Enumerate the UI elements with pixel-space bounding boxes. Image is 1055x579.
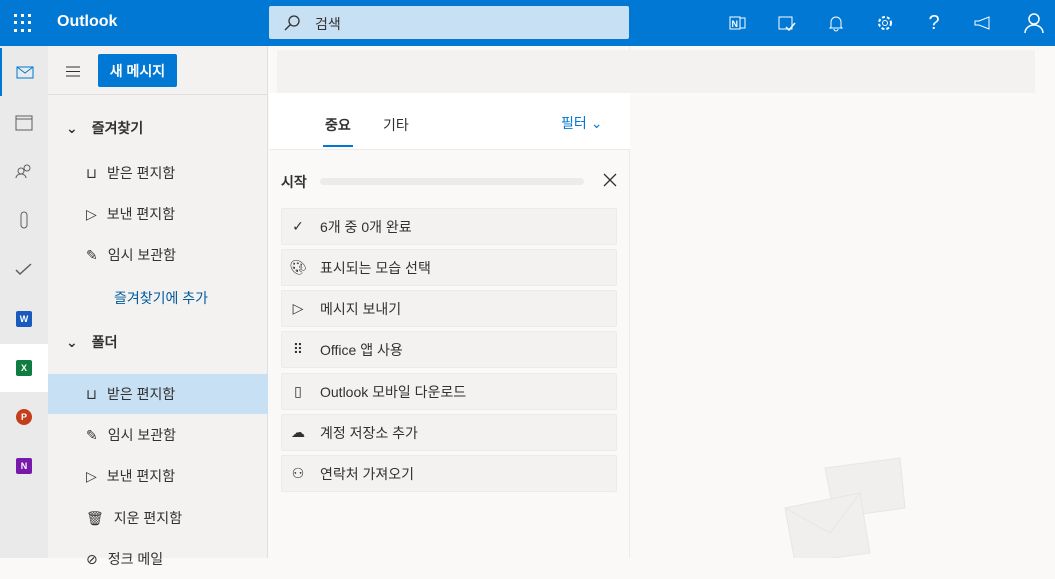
send-icon: ▷ xyxy=(86,205,97,222)
help-icon[interactable]: ? xyxy=(922,11,946,35)
svg-text:N: N xyxy=(732,19,739,29)
divider xyxy=(48,94,268,95)
card-label: 6개 중 0개 완료 xyxy=(320,218,412,235)
app-launcher-icon[interactable] xyxy=(14,14,32,32)
folder-sent[interactable]: ▷ 보낸 편지함 xyxy=(48,456,268,496)
card-send-message[interactable]: ▷ 메시지 보내기 xyxy=(281,290,617,327)
trash-icon: 🗑 xyxy=(86,509,104,526)
chevron-down-icon: ⌄ xyxy=(66,119,78,136)
folder-label: 임시 보관함 xyxy=(107,247,177,263)
card-label: Outlook 모바일 다운로드 xyxy=(320,383,467,400)
powerpoint-icon[interactable]: P xyxy=(0,393,48,441)
junk-icon: ⊘ xyxy=(86,550,98,567)
my-day-icon[interactable] xyxy=(775,11,799,35)
close-icon[interactable] xyxy=(603,173,617,190)
phone-icon: ▯ xyxy=(294,383,302,399)
folders-title: 폴더 xyxy=(91,334,118,350)
inbox-icon: ⊔ xyxy=(86,164,97,181)
bell-icon[interactable] xyxy=(824,11,848,35)
checklist-progress: ✓ 6개 중 0개 완료 xyxy=(281,208,617,245)
app-rail: W X P N xyxy=(0,46,48,558)
search-placeholder: 검색 xyxy=(315,16,341,32)
cloud-icon: ☁︎ xyxy=(291,424,305,440)
card-label: Office 앱 사용 xyxy=(320,341,403,358)
palette-icon: 🎨︎ xyxy=(289,259,307,275)
envelopes-illustration-icon xyxy=(784,457,906,558)
word-icon[interactable]: W xyxy=(0,295,48,343)
card-label: 표시되는 모습 선택 xyxy=(320,259,431,276)
folder-drafts[interactable]: ✎ 임시 보관함 xyxy=(48,415,268,455)
mail-icon[interactable] xyxy=(0,48,48,96)
top-bar: Outlook 검색 N ? xyxy=(0,0,1055,46)
send-icon: ▷ xyxy=(292,300,304,316)
card-mobile-download[interactable]: ▯ Outlook 모바일 다운로드 xyxy=(281,373,617,410)
chevron-down-icon: ⌄ xyxy=(590,114,603,131)
card-import-contacts[interactable]: ⚇ 연락처 가져오기 xyxy=(281,455,617,492)
folder-label: 보낸 편지함 xyxy=(106,206,176,222)
reading-pane xyxy=(630,93,1055,558)
onenote-icon[interactable]: N xyxy=(0,442,48,490)
tab-focused[interactable]: 중요 xyxy=(323,115,353,147)
favorite-inbox[interactable]: ⊔ 받은 편지함 xyxy=(48,153,268,193)
favorites-title: 즐겨찾기 xyxy=(91,120,144,136)
folder-label: 보낸 편지함 xyxy=(106,468,176,484)
inbox-icon: ⊔ xyxy=(86,385,97,402)
folder-label: 지운 편지함 xyxy=(113,510,183,526)
getting-started-title: 시작 xyxy=(281,174,307,190)
send-icon: ▷ xyxy=(86,467,97,484)
card-office-apps[interactable]: ⠿ Office 앱 사용 xyxy=(281,331,617,368)
folder-inbox[interactable]: ⊔ 받은 편지함 xyxy=(48,374,268,414)
favorites-header[interactable]: ⌄ 즐겨찾기 xyxy=(66,118,143,138)
folder-label: 받은 편지함 xyxy=(106,386,176,402)
todo-icon[interactable] xyxy=(0,245,48,293)
megaphone-icon[interactable] xyxy=(971,11,995,35)
attachment-icon[interactable] xyxy=(0,196,48,244)
folder-label: 정크 메일 xyxy=(107,551,164,567)
filter-label: 필터 xyxy=(561,115,587,131)
folder-deleted[interactable]: 🗑 지운 편지함 xyxy=(48,498,268,538)
add-favorite-link[interactable]: 즐겨찾기에 추가 xyxy=(114,288,208,308)
brand[interactable]: Outlook xyxy=(57,13,117,31)
folders-header[interactable]: ⌄ 폴더 xyxy=(66,332,118,352)
folder-label: 받은 편지함 xyxy=(106,165,176,181)
onenote-feed-icon[interactable]: N xyxy=(726,11,750,35)
hamburger-icon[interactable] xyxy=(66,64,80,80)
folder-label: 임시 보관함 xyxy=(107,427,177,443)
search-icon xyxy=(284,15,300,31)
people-icon: ⚇ xyxy=(291,465,305,481)
new-message-button[interactable]: 새 메시지 xyxy=(98,54,177,87)
apps-icon: ⠿ xyxy=(292,341,304,357)
card-label: 연락처 가져오기 xyxy=(320,465,415,482)
chevron-down-icon: ⌄ xyxy=(66,333,78,350)
favorite-drafts[interactable]: ✎ 임시 보관함 xyxy=(48,235,268,275)
pencil-icon: ✎ xyxy=(86,246,98,263)
check-icon: ✓ xyxy=(292,218,304,234)
card-add-storage[interactable]: ☁︎ 계정 저장소 추가 xyxy=(281,414,617,451)
favorite-sent[interactable]: ▷ 보낸 편지함 xyxy=(48,194,268,234)
gear-icon[interactable] xyxy=(873,11,897,35)
account-icon[interactable] xyxy=(1022,11,1046,35)
folder-junk[interactable]: ⊘ 정크 메일 xyxy=(48,539,268,579)
calendar-icon[interactable] xyxy=(0,98,48,146)
progress-bar xyxy=(320,178,584,185)
card-label: 계정 저장소 추가 xyxy=(320,424,418,441)
card-choose-look[interactable]: 🎨︎ 표시되는 모습 선택 xyxy=(281,249,617,286)
inbox-tabs: 중요 기타 필터 ⌄ xyxy=(269,93,630,150)
card-label: 메시지 보내기 xyxy=(320,300,402,317)
people-icon[interactable] xyxy=(0,147,48,195)
search-input[interactable]: 검색 xyxy=(269,6,629,39)
pencil-icon: ✎ xyxy=(86,426,98,443)
top-banner-area xyxy=(277,50,1035,93)
folder-pane: 새 메시지 ⌄ 즐겨찾기 ⊔ 받은 편지함 ▷ 보낸 편지함 ✎ 임시 보관함 즐겨찾기… xyxy=(48,46,268,567)
excel-icon[interactable]: X xyxy=(0,344,48,392)
filter-button[interactable]: 필터 ⌄ xyxy=(561,113,603,133)
tab-other[interactable]: 기타 xyxy=(383,115,409,135)
